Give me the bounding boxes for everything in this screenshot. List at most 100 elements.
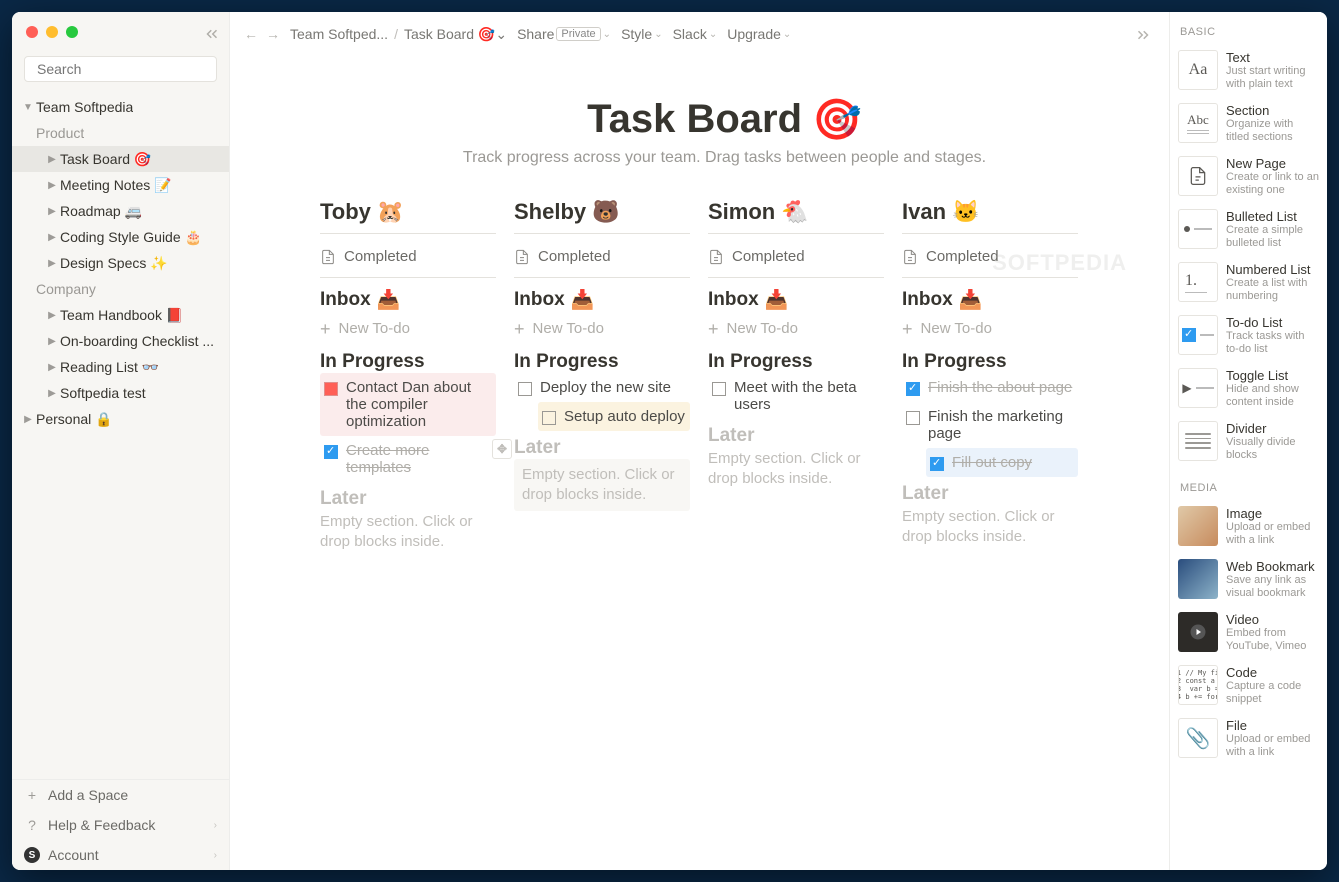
todo-item[interactable]: Contact Dan about the compiler optimizat… xyxy=(320,373,496,436)
checkbox-icon[interactable] xyxy=(930,457,944,471)
checkbox-icon[interactable] xyxy=(542,411,556,425)
sidebar-item[interactable]: ▶On-boarding Checklist ... xyxy=(12,328,229,354)
sidebar-item[interactable]: ▶Task Board 🎯 xyxy=(12,146,229,172)
insert-block-toggle-list[interactable]: ▶Toggle ListHide and show content inside xyxy=(1170,362,1327,415)
sidebar-root[interactable]: ▼Team Softpedia xyxy=(12,94,229,120)
section-inbox[interactable]: Inbox 📥 xyxy=(708,288,884,312)
section-inbox[interactable]: Inbox 📥 xyxy=(514,288,690,312)
minimize-window-icon[interactable] xyxy=(46,26,58,38)
checkbox-icon[interactable] xyxy=(518,382,532,396)
checkbox-icon[interactable] xyxy=(906,382,920,396)
empty-section[interactable]: Empty section. Click or drop blocks insi… xyxy=(320,510,496,552)
empty-section[interactable]: Empty section. Click or drop blocks insi… xyxy=(708,447,884,489)
column-person[interactable]: Toby 🐹 xyxy=(320,199,496,233)
section-later[interactable]: Later xyxy=(708,425,884,447)
insert-block-code[interactable]: 1 // My fi 2 const a 3 var b = 4 b += fo… xyxy=(1170,659,1327,712)
section-later[interactable]: Later xyxy=(320,488,496,510)
insert-block-image[interactable]: ImageUpload or embed with a link xyxy=(1170,500,1327,553)
insert-block-numbered-list[interactable]: 1.Numbered ListCreate a list with number… xyxy=(1170,256,1327,309)
insert-block-section[interactable]: AbcSectionOrganize with titled sections xyxy=(1170,97,1327,150)
sidebar-bottom-item[interactable]: +Add a Space xyxy=(12,780,229,810)
search-box[interactable] xyxy=(24,56,217,82)
completed-link[interactable]: Completed xyxy=(320,244,496,277)
traffic-lights xyxy=(26,26,78,38)
column-person[interactable]: Ivan 🐱 xyxy=(902,199,1078,233)
section-inprogress[interactable]: In Progress xyxy=(514,351,690,373)
completed-link[interactable]: Completed xyxy=(708,244,884,277)
section-inprogress[interactable]: In Progress xyxy=(902,351,1078,373)
sidebar-item[interactable]: ▶Coding Style Guide 🎂 xyxy=(12,224,229,250)
breadcrumb: Team Softped... / Task Board 🎯⌄ xyxy=(290,26,507,43)
page-header: Task Board 🎯 Track progress across your … xyxy=(320,96,1129,167)
column-person[interactable]: Shelby 🐻 xyxy=(514,199,690,233)
sidebar-tree: ▼Team Softpedia Product ▶Task Board 🎯▶Me… xyxy=(12,94,229,779)
insert-block-text[interactable]: AaTextJust start writing with plain text xyxy=(1170,44,1327,97)
slack-menu[interactable]: Slack⌄ xyxy=(673,26,718,42)
insert-block-web-bookmark[interactable]: Web BookmarkSave any link as visual book… xyxy=(1170,553,1327,606)
sidebar-item[interactable]: ▶Reading List 👓 xyxy=(12,354,229,380)
checkbox-icon[interactable] xyxy=(712,382,726,396)
share-menu[interactable]: Share Private⌄ xyxy=(517,26,611,42)
maximize-window-icon[interactable] xyxy=(66,26,78,38)
section-inprogress[interactable]: In Progress xyxy=(708,351,884,373)
sidebar-bottom: +Add a Space?Help & Feedback›SAccount› xyxy=(12,779,229,870)
todo-item[interactable]: Finish the marketing page xyxy=(902,402,1078,448)
new-todo-button[interactable]: +New To-do xyxy=(514,312,690,345)
section-later[interactable]: Later xyxy=(902,483,1078,505)
insert-block-new-page[interactable]: New PageCreate or link to an existing on… xyxy=(1170,150,1327,203)
upgrade-menu[interactable]: Upgrade⌄ xyxy=(727,26,791,42)
insert-block-to-do-list[interactable]: ✓To-do ListTrack tasks with to-do list xyxy=(1170,309,1327,362)
empty-section[interactable]: Empty section. Click or drop blocks insi… xyxy=(514,459,690,511)
checkbox-icon[interactable] xyxy=(906,411,920,425)
insert-header-media: MEDIA xyxy=(1170,468,1327,500)
new-todo-button[interactable]: +New To-do xyxy=(902,312,1078,345)
todo-item[interactable]: Setup auto deploy xyxy=(538,402,690,431)
section-later[interactable]: Later xyxy=(514,437,690,459)
crumb-page[interactable]: Task Board 🎯⌄ xyxy=(404,26,507,43)
sidebar-item[interactable]: ▶Meeting Notes 📝 xyxy=(12,172,229,198)
todo-item[interactable]: Create more templates xyxy=(320,436,496,482)
todo-item[interactable]: Finish the about page xyxy=(902,373,1078,402)
insert-block-divider[interactable]: DividerVisually divide blocks xyxy=(1170,415,1327,468)
task-board: Toby 🐹CompletedInbox 📥+New To-doIn Progr… xyxy=(320,199,1129,552)
sidebar: ▼Team Softpedia Product ▶Task Board 🎯▶Me… xyxy=(12,12,230,870)
board-column: Ivan 🐱 Completed Inbox 📥+New To-do In Progr… xyxy=(902,199,1078,552)
checkbox-icon[interactable] xyxy=(324,382,338,396)
sidebar-item[interactable]: ▶Roadmap 🚐 xyxy=(12,198,229,224)
checkbox-icon[interactable] xyxy=(324,445,338,459)
todo-item[interactable]: Fill out copy xyxy=(926,448,1078,477)
close-window-icon[interactable] xyxy=(26,26,38,38)
board-column: Simon 🐔 Completed Inbox 📥+New To-do In Prog… xyxy=(708,199,884,552)
completed-link[interactable]: Completed xyxy=(514,244,690,277)
topbar: ← → Team Softped... / Task Board 🎯⌄ Shar… xyxy=(230,12,1169,56)
sidebar-personal[interactable]: ▶Personal 🔒 xyxy=(12,406,229,432)
section-inbox[interactable]: Inbox 📥 xyxy=(320,288,496,312)
sidebar-item[interactable]: ▶Design Specs ✨ xyxy=(12,250,229,276)
sidebar-item[interactable]: ▶Softpedia test xyxy=(12,380,229,406)
style-menu[interactable]: Style⌄ xyxy=(621,26,663,42)
nav-back-icon[interactable]: ← xyxy=(244,26,258,42)
new-todo-button[interactable]: +New To-do xyxy=(320,312,496,345)
new-todo-button[interactable]: +New To-do xyxy=(708,312,884,345)
completed-link[interactable]: Completed xyxy=(902,244,1078,277)
section-inprogress[interactable]: In Progress xyxy=(320,351,496,373)
page-title[interactable]: Task Board 🎯 xyxy=(587,96,862,143)
section-inbox[interactable]: Inbox 📥 xyxy=(902,288,1078,312)
sidebar-group-company[interactable]: Company xyxy=(12,276,229,302)
todo-item[interactable]: Deploy the new site xyxy=(514,373,690,402)
board-column: Toby 🐹 Completed Inbox 📥+New To-do In Progr… xyxy=(320,199,496,552)
todo-item[interactable]: Meet with the beta users xyxy=(708,373,884,419)
rightpanel-collapse-icon[interactable] xyxy=(1134,26,1152,49)
sidebar-bottom-item[interactable]: ?Help & Feedback› xyxy=(12,810,229,840)
sidebar-item[interactable]: ▶Team Handbook 📕 xyxy=(12,302,229,328)
empty-section[interactable]: Empty section. Click or drop blocks insi… xyxy=(902,505,1078,547)
sidebar-group-product[interactable]: Product xyxy=(12,120,229,146)
insert-block-file[interactable]: 📎FileUpload or embed with a link xyxy=(1170,712,1327,765)
insert-block-bulleted-list[interactable]: Bulleted ListCreate a simple bulleted li… xyxy=(1170,203,1327,256)
column-person[interactable]: Simon 🐔 xyxy=(708,199,884,233)
crumb-workspace[interactable]: Team Softped... xyxy=(290,26,388,42)
insert-block-video[interactable]: VideoEmbed from YouTube, Vimeo xyxy=(1170,606,1327,659)
nav-forward-icon[interactable]: → xyxy=(266,26,280,42)
search-input[interactable] xyxy=(37,61,218,77)
sidebar-bottom-item[interactable]: SAccount› xyxy=(12,840,229,870)
